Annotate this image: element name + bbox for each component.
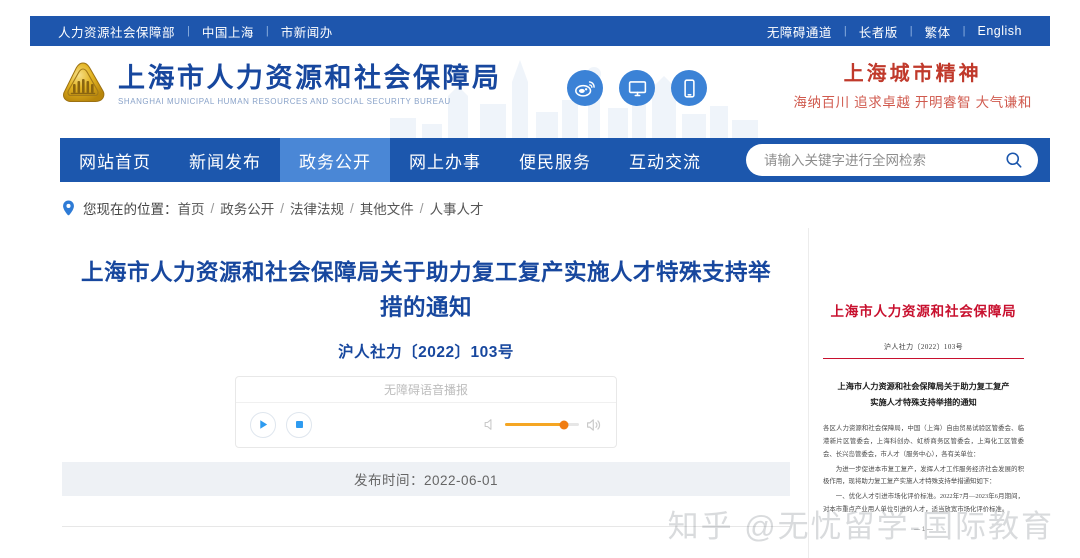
stop-button[interactable] xyxy=(286,411,312,438)
preview-body-paragraph: 各区人力资源和社会保障局，中国（上海）自由贸易试验区管委会、临港新片区管委会，上… xyxy=(823,425,1024,458)
breadcrumb-separator: / xyxy=(419,200,424,216)
topbar-link-english[interactable]: English xyxy=(978,24,1023,38)
audio-player-controls xyxy=(236,403,616,447)
content-divider xyxy=(62,526,790,527)
city-spirit-title: 上海城市精神 xyxy=(843,63,982,85)
breadcrumb-separator: / xyxy=(210,200,215,216)
topbar-link-traditional[interactable]: 繁体 xyxy=(925,22,951,41)
breadcrumb-separator: / xyxy=(350,200,354,216)
shanghai-hrss-emblem-icon xyxy=(58,60,108,110)
breadcrumb-item-home[interactable]: 首页 xyxy=(178,198,205,218)
document-number: 沪人社力〔2022〕103号 xyxy=(338,343,514,361)
article-container: 上海市人力资源和社会保障局关于助力复工复产实施人才特殊支持举措的通知 沪人社力〔… xyxy=(62,232,790,448)
breadcrumb-item-government-affairs[interactable]: 政务公开 xyxy=(220,198,274,218)
preview-title-line2: 实施人才特殊支持举措的通知 xyxy=(870,397,977,407)
volume-slider-knob[interactable] xyxy=(559,420,569,430)
logo-text-block: 上海市人力资源和社会保障局 SHANGHAI MUNICIPAL HUMAN R… xyxy=(118,63,502,106)
volume-slider-track[interactable] xyxy=(505,420,579,430)
city-spirit-slogan: 上海城市精神 海纳百川 追求卓越 开明睿智 大气谦和 xyxy=(793,62,1032,111)
breadcrumb: 您现在的位置： 首页 / 政务公开 / 法律法规 / 其他文件 / 人事人才 xyxy=(62,198,484,218)
main-navigation: 网站首页 新闻发布 政务公开 网上办事 便民服务 互动交流 xyxy=(60,138,1050,182)
desktop-icon[interactable] xyxy=(619,70,655,106)
weibo-icon[interactable] xyxy=(567,70,603,106)
nav-item-news[interactable]: 新闻发布 xyxy=(170,138,280,182)
preview-title-line1: 上海市人力资源和社会保障局关于助力复工复产 xyxy=(837,382,1010,391)
topbar-right-links: 无障碍通道 | 长者版 | 繁体 | English xyxy=(767,22,1022,41)
breadcrumb-label: 您现在的位置： xyxy=(83,202,178,217)
search-input[interactable] xyxy=(764,152,1004,168)
city-spirit-subtitle: 海纳百川 追求卓越 开明睿智 大气谦和 xyxy=(793,95,1032,110)
nav-menu: 网站首页 新闻发布 政务公开 网上办事 便民服务 互动交流 xyxy=(60,138,720,182)
topbar-link-pressoffice[interactable]: 市新闻办 xyxy=(281,22,333,41)
nav-item-online-services[interactable]: 网上办事 xyxy=(390,138,500,182)
topbar-separator: | xyxy=(843,25,847,37)
nav-item-government-affairs[interactable]: 政务公开 xyxy=(280,138,390,182)
search-box[interactable] xyxy=(746,144,1038,176)
preview-body-paragraph: 为进一步促进本市复工复产，发挥人才工作服务经济社会发展的积极作用，现将助力复工复… xyxy=(823,465,1024,486)
topbar-link-mohrss[interactable]: 人力资源社会保障部 xyxy=(58,22,175,41)
page-title: 上海市人力资源和社会保障局关于助力复工复产实施人才特殊支持举措的通知 xyxy=(80,260,771,320)
page-root: 人力资源社会保障部 | 中国上海 | 市新闻办 无障碍通道 | 长者版 | 繁体… xyxy=(0,0,1080,558)
topbar-separator: | xyxy=(909,25,913,37)
topbar-left-links: 人力资源社会保障部 | 中国上海 | 市新闻办 xyxy=(58,22,333,41)
document-preview-panel[interactable]: 上海市人力资源和社会保障局 沪人社力〔2022〕103号 上海市人力资源和社会保… xyxy=(808,228,1038,558)
audio-player: 无障碍语音播报 xyxy=(235,375,617,448)
breadcrumb-item-laws[interactable]: 法律法规 xyxy=(290,198,344,218)
volume-up-icon[interactable] xyxy=(586,417,602,433)
location-pin-icon xyxy=(63,200,74,216)
breadcrumb-item-personnel-talent[interactable]: 人事人才 xyxy=(430,198,484,218)
site-header: 上海市人力资源和社会保障局 SHANGHAI MUNICIPAL HUMAN R… xyxy=(30,46,1050,138)
mobile-icon[interactable] xyxy=(671,70,707,106)
topbar-separator: | xyxy=(187,25,190,37)
topbar-link-shanghai[interactable]: 中国上海 xyxy=(202,22,254,41)
search-icon[interactable] xyxy=(1004,150,1024,170)
nav-search-area xyxy=(720,138,1050,182)
volume-mute-icon[interactable] xyxy=(483,417,498,432)
play-button[interactable] xyxy=(250,411,276,438)
stop-icon xyxy=(295,421,303,429)
publish-date-text: 发布时间：2022-06-01 xyxy=(353,473,499,488)
topbar-separator: | xyxy=(265,25,269,37)
topbar-link-elder-version[interactable]: 长者版 xyxy=(859,22,898,41)
site-logo[interactable]: 上海市人力资源和社会保障局 SHANGHAI MUNICIPAL HUMAN R… xyxy=(58,60,502,110)
audio-player-label: 无障碍语音播报 xyxy=(236,377,616,403)
preview-page-number: — 1 — xyxy=(914,526,933,533)
nav-item-home[interactable]: 网站首页 xyxy=(60,138,170,182)
publish-date-band: 发布时间：2022-06-01 xyxy=(62,462,790,496)
header-quick-icons xyxy=(567,70,707,106)
volume-control[interactable] xyxy=(483,417,602,433)
volume-slider-fill xyxy=(505,423,565,427)
logo-title-en: SHANGHAI MUNICIPAL HUMAN RESOURCES AND S… xyxy=(118,96,451,106)
preview-title: 上海市人力资源和社会保障局关于助力复工复产 实施人才特殊支持举措的通知 xyxy=(823,379,1024,410)
preview-document-number: 沪人社力〔2022〕103号 xyxy=(883,343,964,351)
top-utility-bar: 人力资源社会保障部 | 中国上海 | 市新闻办 无障碍通道 | 长者版 | 繁体… xyxy=(30,16,1050,46)
nav-item-convenience-services[interactable]: 便民服务 xyxy=(500,138,610,182)
preview-letterhead: 上海市人力资源和社会保障局 xyxy=(830,304,1017,319)
logo-title-cn: 上海市人力资源和社会保障局 xyxy=(118,63,502,94)
preview-red-rule xyxy=(823,358,1024,359)
preview-body-paragraph: 一、优化人才引进市场化评价标准。2022年7月—2023年6月期间，对本市重点产… xyxy=(823,493,1024,514)
nav-item-interaction[interactable]: 互动交流 xyxy=(610,138,720,182)
topbar-link-accessibility[interactable]: 无障碍通道 xyxy=(767,22,832,41)
topbar-separator: | xyxy=(962,25,966,37)
play-icon xyxy=(259,420,267,429)
preview-body: 各区人力资源和社会保障局，中国（上海）自由贸易试验区管委会、临港新片区管委会，上… xyxy=(823,423,1024,517)
breadcrumb-item-other-documents[interactable]: 其他文件 xyxy=(360,198,414,218)
breadcrumb-separator: / xyxy=(280,200,285,216)
